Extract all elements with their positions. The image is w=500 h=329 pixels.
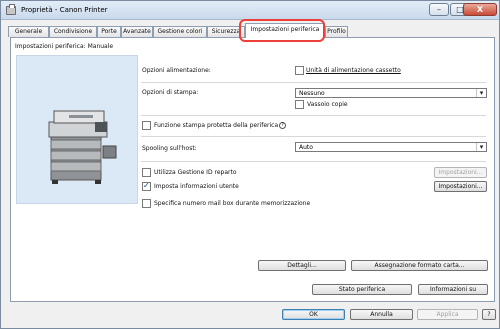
- print-options-select[interactable]: Nessuno ▾: [295, 88, 487, 98]
- copy-tray-label: Vassoio copie: [307, 101, 348, 108]
- printer-properties-window: Proprietà - Canon Printer – □ X Generale…: [0, 0, 500, 329]
- dept-id-settings-button[interactable]: Impostazioni...: [434, 167, 487, 178]
- tab-avanzate[interactable]: Avanzate: [121, 26, 153, 37]
- device-status-button[interactable]: Stato periferica: [312, 284, 412, 295]
- cassette-unit-label: Unità di alimentazione cassetto: [306, 67, 401, 74]
- title-bar: Proprietà - Canon Printer – □ X: [1, 1, 499, 20]
- tab-generale[interactable]: Generale: [8, 26, 49, 37]
- cassette-unit-checkbox[interactable]: [295, 66, 304, 75]
- help-icon[interactable]: ?: [279, 122, 287, 129]
- printer-illustration-icon: [48, 110, 117, 184]
- printer-preview-pane: [16, 55, 138, 204]
- tab-profilo[interactable]: Profilo: [325, 26, 348, 37]
- user-info-label: Imposta informazioni utente: [154, 183, 239, 190]
- protected-print-label: Funzione stampa protetta della periferic…: [154, 122, 287, 129]
- mailbox-label: Specifica numero mail box durante memori…: [154, 200, 311, 207]
- user-info-checkbox[interactable]: [142, 181, 151, 191]
- chevron-down-icon: ▾: [476, 143, 486, 151]
- info-button[interactable]: Informazioni su: [418, 284, 488, 295]
- print-options-label: Opzioni di stampa:: [142, 89, 199, 96]
- tab-gestione-colori[interactable]: Gestione colori: [153, 26, 207, 37]
- divider: [141, 161, 486, 162]
- divider: [141, 136, 486, 137]
- tab-porte[interactable]: Porte: [97, 26, 121, 37]
- dept-id-label: Utilizza Gestione ID reparto: [154, 169, 237, 176]
- details-button[interactable]: Dettagli...: [258, 260, 346, 271]
- tab-panel: Impostazioni periferica: Manuale Opzioni…: [10, 37, 495, 302]
- cancel-button[interactable]: Annulla: [350, 309, 413, 320]
- mailbox-checkbox[interactable]: [142, 199, 151, 208]
- tab-condivisione[interactable]: Condivisione: [49, 26, 97, 37]
- feed-options-label: Opzioni alimentazione:: [142, 67, 211, 74]
- highlight-ring: [239, 19, 325, 42]
- apply-button[interactable]: Applica: [417, 309, 478, 320]
- minimize-button[interactable]: –: [429, 3, 449, 16]
- spooling-label: Spooling sull'host:: [142, 145, 197, 152]
- spooling-value: Auto: [299, 144, 313, 151]
- close-button[interactable]: X: [463, 3, 497, 16]
- paper-size-assignment-button[interactable]: Assegnazione formato carta...: [351, 260, 488, 271]
- divider: [141, 82, 486, 83]
- protected-print-checkbox[interactable]: [142, 121, 151, 130]
- spooling-select[interactable]: Auto ▾: [295, 142, 487, 152]
- printer-icon: [6, 4, 16, 15]
- print-options-value: Nessuno: [299, 90, 325, 97]
- dept-id-checkbox[interactable]: [142, 168, 151, 177]
- user-info-settings-button[interactable]: Impostazioni...: [434, 181, 487, 192]
- chevron-down-icon: ▾: [476, 89, 486, 97]
- window-title: Proprietà - Canon Printer: [21, 6, 108, 14]
- settings-heading: Impostazioni periferica: Manuale: [15, 43, 114, 50]
- copy-tray-checkbox[interactable]: [295, 100, 304, 109]
- divider: [141, 115, 486, 116]
- help-button[interactable]: ?: [482, 309, 496, 320]
- ok-button[interactable]: OK: [282, 309, 345, 320]
